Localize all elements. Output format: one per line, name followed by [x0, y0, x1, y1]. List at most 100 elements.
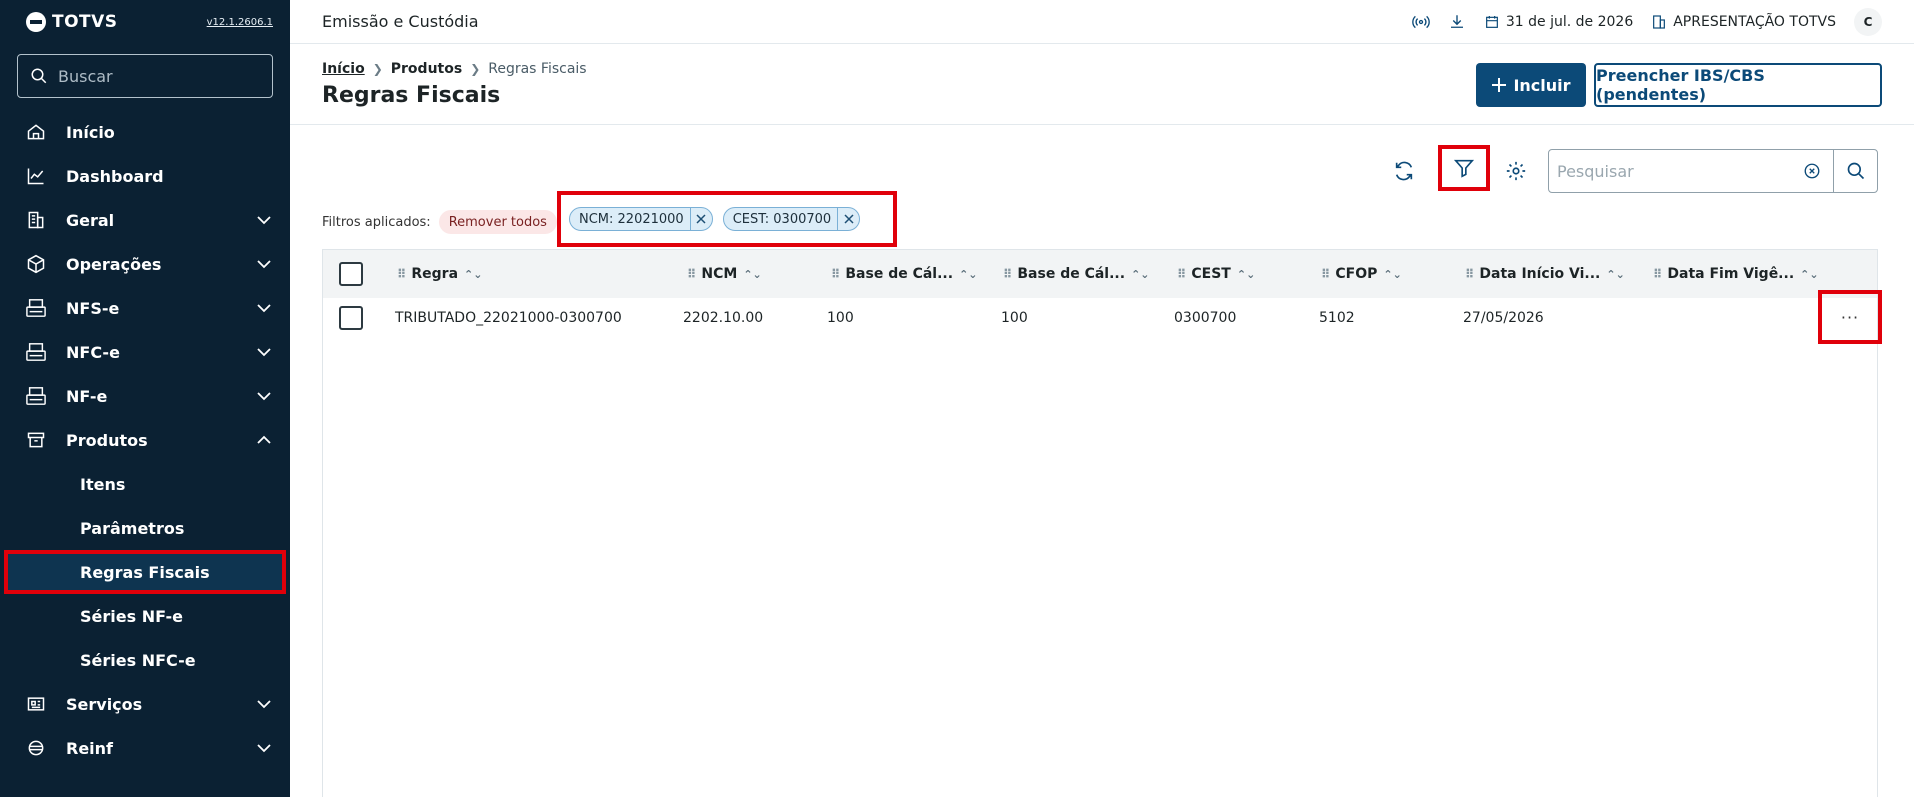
cube-icon	[24, 252, 48, 276]
plus-icon	[1492, 78, 1507, 92]
filter-chip-ncm: NCM: 22021000	[569, 207, 713, 231]
sidebar-subitem-label: Itens	[80, 474, 126, 494]
sidebar-search-input[interactable]	[58, 66, 258, 86]
download-icon[interactable]	[1448, 13, 1466, 31]
sort-icon[interactable]: ⌃⌄	[1237, 268, 1255, 281]
table-row[interactable]: TRIBUTADO_22021000-0300700 2202.10.00 10…	[323, 298, 1877, 338]
gear-icon	[1506, 161, 1526, 181]
sort-icon[interactable]: ⌃⌄	[1800, 268, 1818, 281]
column-header-data-fim[interactable]: ⠿ Data Fim Vigê... ⌃⌄	[1653, 250, 1819, 298]
drag-handle-icon[interactable]: ⠿	[831, 267, 840, 281]
sidebar-search[interactable]	[17, 54, 273, 98]
fill-ibs-cbs-label: Preencher IBS/CBS (pendentes)	[1596, 66, 1765, 104]
drag-handle-icon[interactable]: ⠿	[397, 267, 406, 281]
drag-handle-icon[interactable]: ⠿	[687, 267, 696, 281]
sort-icon[interactable]: ⌃⌄	[1131, 268, 1149, 281]
applied-filters: Filtros aplicados: Remover todos	[322, 210, 557, 234]
sidebar-item-geral[interactable]: Geral	[0, 198, 290, 242]
company-selector[interactable]: APRESENTAÇÃO TOTVS	[1651, 14, 1836, 30]
version-link[interactable]: v12.1.2606.1	[207, 17, 273, 28]
sidebar-subitem-itens[interactable]: Itens	[0, 462, 290, 506]
top-bar: Emissão e Custódia 31 de jul. de 2026 AP…	[290, 0, 1914, 44]
sort-icon[interactable]: ⌃⌄	[1383, 268, 1401, 281]
settings-button[interactable]	[1496, 151, 1536, 191]
module-title: Emissão e Custódia	[322, 12, 479, 31]
filter-chip-label: NCM: 22021000	[579, 211, 684, 227]
sidebar-item-nfse[interactable]: NFS-e	[0, 286, 290, 330]
chevron-down-icon	[257, 392, 271, 401]
chevron-down-icon	[257, 348, 271, 357]
sidebar-item-reinf[interactable]: Reinf	[0, 726, 290, 770]
row-checkbox[interactable]	[339, 306, 363, 330]
chevron-down-icon	[257, 700, 271, 709]
filter-chips: NCM: 22021000 CEST: 0300700	[557, 191, 897, 247]
list-search[interactable]	[1548, 149, 1878, 193]
sidebar-item-label: Dashboard	[66, 166, 164, 186]
sidebar-item-servicos[interactable]: Serviços	[0, 682, 290, 726]
remove-all-filters-button[interactable]: Remover todos	[438, 210, 557, 234]
select-all-checkbox[interactable]	[339, 262, 363, 286]
sidebar-item-nfce[interactable]: NFC-e	[0, 330, 290, 374]
page-header: Início ❯ Produtos ❯ Regras Fiscais Regra…	[290, 45, 1914, 125]
sidebar-item-dashboard[interactable]: Dashboard	[0, 154, 290, 198]
column-header-base-calculo-2[interactable]: ⠿ Base de Cál... ⌃⌄	[1003, 250, 1150, 298]
column-label: Data Fim Vigê...	[1667, 266, 1795, 282]
date-display[interactable]: 31 de jul. de 2026	[1484, 14, 1633, 30]
include-button[interactable]: Incluir	[1476, 63, 1586, 107]
clear-icon[interactable]	[1803, 162, 1821, 180]
page-title: Regras Fiscais	[322, 83, 501, 108]
column-header-ncm[interactable]: ⠿ NCM ⌃⌄	[687, 250, 762, 298]
sidebar-item-label: Operações	[66, 254, 162, 274]
sidebar-item-nfe[interactable]: NF-e	[0, 374, 290, 418]
column-label: Data Início Vi...	[1479, 266, 1601, 282]
breadcrumb-produtos[interactable]: Produtos	[391, 61, 462, 77]
fill-ibs-cbs-button[interactable]: Preencher IBS/CBS (pendentes)	[1594, 63, 1882, 107]
sidebar-subitem-label: Séries NF-e	[80, 606, 184, 626]
sidebar-item-produtos[interactable]: Produtos	[0, 418, 290, 462]
cell-regra: TRIBUTADO_22021000-0300700	[395, 310, 622, 326]
box-icon	[24, 428, 48, 452]
column-header-base-calculo-1[interactable]: ⠿ Base de Cál... ⌃⌄	[831, 250, 978, 298]
breadcrumb-inicio[interactable]: Início	[322, 61, 365, 77]
sidebar-item-label: Início	[66, 122, 115, 142]
sidebar-item-operacoes[interactable]: Operações	[0, 242, 290, 286]
drag-handle-icon[interactable]: ⠿	[1321, 267, 1330, 281]
drag-handle-icon[interactable]: ⠿	[1465, 267, 1474, 281]
sidebar-subitem-series-nfe[interactable]: Séries NF-e	[0, 594, 290, 638]
sort-icon[interactable]: ⌃⌄	[743, 268, 761, 281]
broadcast-icon[interactable]	[1412, 13, 1430, 31]
avatar[interactable]: C	[1854, 7, 1882, 36]
column-header-cest[interactable]: ⠿ CEST ⌃⌄	[1177, 250, 1255, 298]
sort-icon[interactable]: ⌃⌄	[464, 268, 482, 281]
cell-base-calculo-1: 100	[827, 310, 854, 326]
cell-data-inicio: 27/05/2026	[1463, 310, 1544, 326]
column-header-data-inicio[interactable]: ⠿ Data Início Vi... ⌃⌄	[1465, 250, 1625, 298]
sort-icon[interactable]: ⌃⌄	[959, 268, 977, 281]
close-icon[interactable]	[837, 208, 859, 230]
company-name: APRESENTAÇÃO TOTVS	[1673, 13, 1836, 30]
calendar-icon	[1485, 15, 1498, 28]
column-header-cfop[interactable]: ⠿ CFOP ⌃⌄	[1321, 250, 1402, 298]
sidebar-subitem-regras-fiscais[interactable]: Regras Fiscais	[4, 550, 286, 594]
sidebar-subitem-label: Parâmetros	[80, 518, 185, 538]
list-search-button[interactable]	[1833, 150, 1877, 192]
logo-text: TOTVS	[52, 12, 118, 32]
sidebar-subitem-series-nfce[interactable]: Séries NFC-e	[0, 638, 290, 682]
sidebar-item-inicio[interactable]: Início	[0, 110, 290, 154]
sort-icon[interactable]: ⌃⌄	[1606, 268, 1624, 281]
sidebar-subitem-parametros[interactable]: Parâmetros	[0, 506, 290, 550]
drag-handle-icon[interactable]: ⠿	[1653, 267, 1662, 281]
sidebar-item-label: Serviços	[66, 694, 143, 714]
filter-button[interactable]	[1438, 145, 1490, 191]
drag-handle-icon[interactable]: ⠿	[1003, 267, 1012, 281]
reinf-icon	[24, 736, 48, 760]
row-actions-button[interactable]: ···	[1818, 290, 1882, 344]
close-icon[interactable]	[689, 208, 712, 230]
sidebar-item-label: Geral	[66, 210, 115, 230]
chevron-up-icon	[257, 435, 271, 444]
refresh-button[interactable]	[1384, 151, 1424, 191]
drag-handle-icon[interactable]: ⠿	[1177, 267, 1186, 281]
list-search-input[interactable]	[1549, 161, 1789, 181]
column-header-regra[interactable]: ⠿ Regra ⌃⌄	[397, 250, 482, 298]
totvs-logo[interactable]: TOTVS	[26, 12, 118, 32]
